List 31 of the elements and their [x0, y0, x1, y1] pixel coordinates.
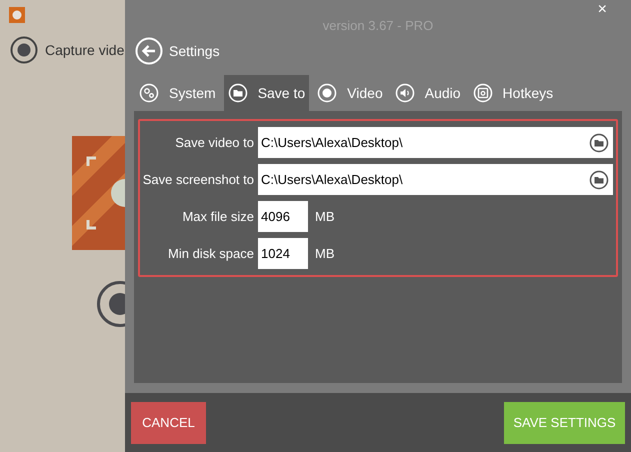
cancel-button[interactable]: CANCEL — [131, 402, 206, 444]
number-field[interactable]: 4096 — [258, 201, 308, 232]
settings-tab[interactable]: Hotkeys — [468, 75, 558, 111]
field-label: Max file size — [181, 208, 255, 226]
folder-icon — [228, 83, 248, 103]
folder-icon[interactable] — [589, 132, 609, 152]
app-logo-icon — [9, 7, 25, 23]
path-field[interactable]: C:\Users\Alexa\Desktop\ — [258, 164, 613, 195]
capture-label: Capture vide — [45, 40, 124, 60]
field-label: Save video to — [174, 134, 255, 152]
settings-tab[interactable]: Video — [313, 75, 387, 111]
field-label: Save screenshot to — [142, 170, 255, 189]
field-label: Min disk space — [167, 244, 255, 263]
record-button-icon[interactable] — [96, 280, 125, 328]
record-icon — [317, 83, 338, 103]
save-settings-button[interactable]: SAVE SETTINGS — [504, 402, 625, 444]
back-icon[interactable] — [135, 37, 163, 65]
settings-tab[interactable]: System — [135, 75, 220, 111]
speaker-icon — [394, 83, 415, 103]
settings-tab[interactable]: Save to — [224, 75, 310, 111]
gears-icon — [139, 83, 159, 103]
folder-icon[interactable] — [589, 170, 609, 190]
close-button[interactable]: × — [594, 2, 611, 18]
number-field[interactable]: 1024 — [258, 238, 308, 269]
unit-label: MB — [315, 208, 334, 226]
settings-tab[interactable]: Audio — [390, 75, 465, 111]
settings-title: Settings — [169, 42, 220, 61]
key-icon — [472, 83, 493, 103]
path-field[interactable]: C:\Users\Alexa\Desktop\ — [258, 127, 613, 158]
radio-icon[interactable] — [10, 36, 38, 64]
unit-label: MB — [315, 244, 334, 263]
